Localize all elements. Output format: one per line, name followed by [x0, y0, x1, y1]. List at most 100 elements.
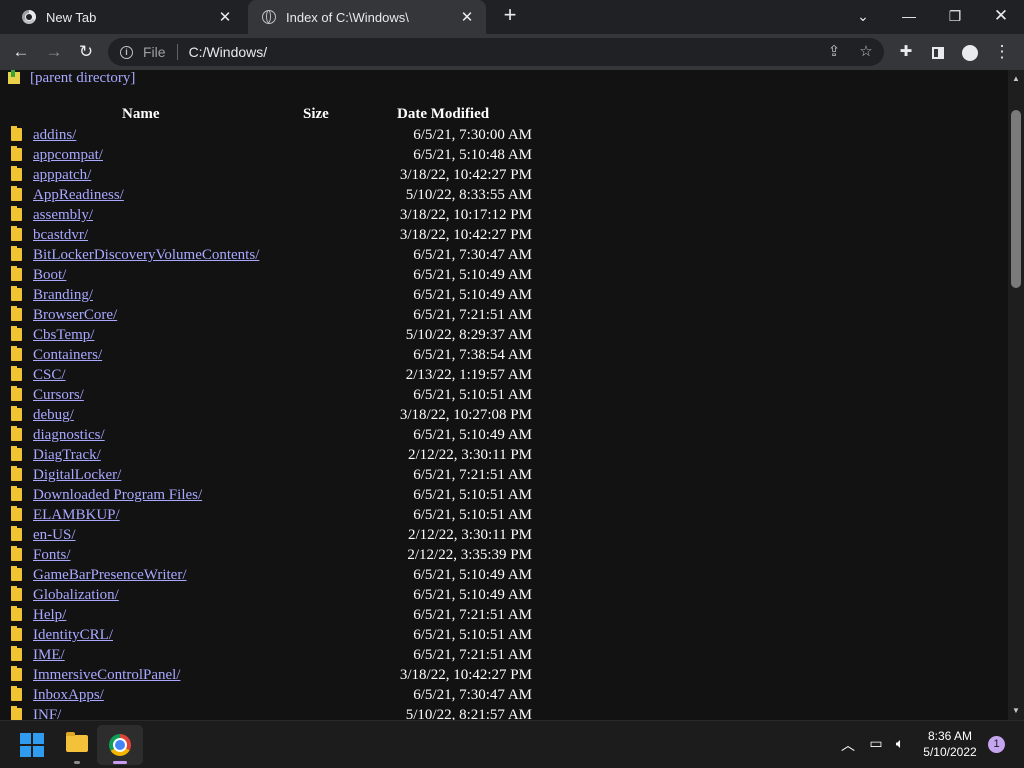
folder-icon [11, 406, 22, 421]
parent-directory-link[interactable]: [parent directory] [30, 70, 135, 87]
table-row: debug/3/18/22, 10:27:08 PM [0, 405, 560, 425]
folder-icon [11, 626, 22, 641]
folder-link[interactable]: Boot/ [33, 265, 66, 285]
share-icon[interactable]: ⇪ [824, 41, 844, 63]
table-row: BrowserCore/6/5/21, 7:21:51 AM [0, 305, 560, 325]
folder-link[interactable]: en-US/ [33, 525, 76, 545]
folder-icon [11, 146, 22, 161]
date-modified: 3/18/22, 10:27:08 PM [399, 407, 532, 423]
tab-new-tab[interactable]: New Tab ✕ [8, 0, 244, 34]
folder-link[interactable]: debug/ [33, 405, 74, 425]
scrollbar-thumb[interactable] [1011, 110, 1021, 288]
file-explorer-icon[interactable] [66, 732, 88, 752]
table-row: appcompat/6/5/21, 5:10:48 AM [0, 145, 560, 165]
new-tab-plus-icon[interactable]: + [498, 4, 522, 28]
menu-kebab-icon[interactable]: ⋮ [990, 40, 1014, 64]
network-icon[interactable]: ▭ [866, 735, 886, 752]
close-window-icon[interactable]: ✕ [986, 4, 1016, 28]
side-panel-icon[interactable] [926, 40, 950, 64]
folder-link[interactable]: DiagTrack/ [33, 445, 101, 465]
profile-avatar-icon[interactable] [958, 40, 982, 64]
folder-icon [11, 666, 22, 681]
folder-link[interactable]: INF/ [33, 705, 61, 720]
folder-icon [11, 126, 22, 141]
folder-icon [11, 426, 22, 441]
folder-link[interactable]: bcastdvr/ [33, 225, 88, 245]
chrome-taskbar-button[interactable] [97, 725, 143, 765]
folder-link[interactable]: addins/ [33, 125, 76, 145]
date-modified: 5/10/22, 8:29:37 AM [405, 327, 532, 343]
header-size[interactable]: Size [303, 106, 329, 123]
volume-icon[interactable]: 🔈︎ [890, 735, 910, 752]
folder-link[interactable]: BrowserCore/ [33, 305, 117, 325]
folder-link[interactable]: ELAMBKUP/ [33, 505, 120, 525]
scroll-up-arrow-icon[interactable]: ▲ [1008, 72, 1024, 86]
windows-start-icon[interactable] [20, 733, 44, 757]
header-date-modified[interactable]: Date Modified [397, 106, 489, 123]
table-row: Help/6/5/21, 7:21:51 AM [0, 605, 560, 625]
folder-link[interactable]: CSC/ [33, 365, 66, 385]
folder-link[interactable]: ImmersiveControlPanel/ [33, 665, 180, 685]
chrome-favicon-icon [22, 10, 36, 24]
table-row: Boot/6/5/21, 5:10:49 AM [0, 265, 560, 285]
tab-index-windows[interactable]: Index of C:\Windows\ ✕ [248, 0, 486, 34]
table-row: DiagTrack/2/12/22, 3:30:11 PM [0, 445, 560, 465]
back-arrow-icon[interactable]: ← [9, 40, 33, 64]
date-modified: 6/5/21, 7:21:51 AM [413, 647, 532, 663]
tab-close-icon[interactable]: ✕ [458, 8, 476, 26]
folder-link[interactable]: InboxApps/ [33, 685, 104, 705]
folder-link[interactable]: Fonts/ [33, 545, 71, 565]
address-separator [176, 44, 178, 60]
folder-link[interactable]: Help/ [33, 605, 66, 625]
tray-overflow-chevron-icon[interactable]: ︿ [838, 735, 858, 755]
info-icon[interactable]: i [120, 45, 133, 59]
reload-icon[interactable]: ↻ [74, 40, 98, 64]
date-modified: 2/12/22, 3:30:11 PM [407, 447, 532, 463]
header-name[interactable]: Name [122, 106, 160, 123]
folder-link[interactable]: IME/ [33, 645, 65, 665]
table-row: Downloaded Program Files/6/5/21, 5:10:51… [0, 485, 560, 505]
folder-icon [11, 466, 22, 481]
folder-link[interactable]: appcompat/ [33, 145, 103, 165]
address-bar[interactable]: i File C:/Windows/ ⇪ ☆ [108, 38, 884, 66]
folder-icon [11, 346, 22, 361]
restore-icon[interactable]: ❐ [940, 4, 970, 28]
minimize-icon[interactable]: — [894, 4, 924, 28]
scroll-down-arrow-icon[interactable]: ▼ [1008, 704, 1024, 718]
url-text[interactable]: C:/Windows/ [189, 44, 268, 60]
date-modified: 6/5/21, 5:10:49 AM [413, 567, 532, 583]
bookmark-star-icon[interactable]: ☆ [856, 41, 876, 63]
folder-link[interactable]: Globalization/ [33, 585, 119, 605]
date-modified: 6/5/21, 5:10:49 AM [413, 427, 532, 443]
folder-icon [11, 506, 22, 521]
extensions-puzzle-icon[interactable]: ✚ [894, 40, 918, 64]
page-scrollbar[interactable]: ▲ ▼ [1008, 70, 1024, 720]
tab-strip: New Tab ✕ Index of C:\Windows\ ✕ + ⌄ — ❐… [0, 0, 1024, 34]
folder-link[interactable]: Branding/ [33, 285, 93, 305]
folder-link[interactable]: GameBarPresenceWriter/ [33, 565, 187, 585]
folder-link[interactable]: diagnostics/ [33, 425, 105, 445]
folder-link[interactable]: CbsTemp/ [33, 325, 94, 345]
tab-title: New Tab [46, 9, 97, 25]
date-modified: 6/5/21, 5:10:49 AM [413, 287, 532, 303]
tab-search-chevron-icon[interactable]: ⌄ [848, 4, 878, 28]
folder-link[interactable]: AppReadiness/ [33, 185, 124, 205]
folder-link[interactable]: BitLockerDiscoveryVolumeContents/ [33, 245, 259, 265]
folder-icon [11, 386, 22, 401]
notification-badge[interactable]: 1 [988, 736, 1005, 753]
folder-icon [11, 186, 22, 201]
folder-link[interactable]: IdentityCRL/ [33, 625, 113, 645]
forward-arrow-icon[interactable]: → [42, 40, 66, 64]
explorer-running-indicator [74, 761, 80, 764]
folder-link[interactable]: apppatch/ [33, 165, 91, 185]
folder-link[interactable]: Containers/ [33, 345, 102, 365]
system-clock[interactable]: 8:36 AM 5/10/2022 [918, 728, 982, 760]
up-folder-icon [8, 70, 20, 84]
folder-link[interactable]: DigitalLocker/ [33, 465, 121, 485]
folder-link[interactable]: assembly/ [33, 205, 93, 225]
folder-link[interactable]: Downloaded Program Files/ [33, 485, 202, 505]
table-row: BitLockerDiscoveryVolumeContents/6/5/21,… [0, 245, 560, 265]
tab-close-icon[interactable]: ✕ [216, 8, 234, 26]
folder-link[interactable]: Cursors/ [33, 385, 84, 405]
folder-icon [11, 486, 22, 501]
